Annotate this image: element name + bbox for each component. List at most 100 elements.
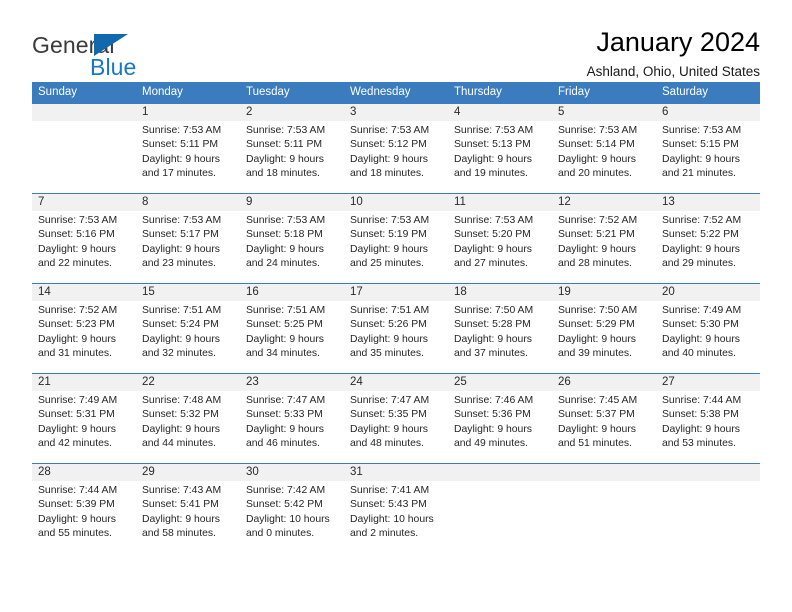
day-cell[interactable]: Sunrise: 7:44 AM Sunset: 5:39 PM Dayligh…: [32, 481, 136, 553]
daylight-text-line1: Daylight: 9 hours: [246, 423, 324, 435]
day-number[interactable]: [656, 464, 760, 481]
day-cell[interactable]: Sunrise: 7:53 AM Sunset: 5:17 PM Dayligh…: [136, 211, 240, 283]
day-cell[interactable]: Sunrise: 7:53 AM Sunset: 5:20 PM Dayligh…: [448, 211, 552, 283]
day-cell[interactable]: [552, 481, 656, 553]
day-cell[interactable]: Sunrise: 7:52 AM Sunset: 5:21 PM Dayligh…: [552, 211, 656, 283]
daylight-text-line2: and 25 minutes.: [350, 258, 424, 270]
day-number[interactable]: [448, 464, 552, 481]
day-cell[interactable]: Sunrise: 7:46 AM Sunset: 5:36 PM Dayligh…: [448, 391, 552, 463]
day-cell[interactable]: Sunrise: 7:52 AM Sunset: 5:23 PM Dayligh…: [32, 301, 136, 373]
day-number[interactable]: 4: [448, 104, 552, 121]
day-cell[interactable]: Sunrise: 7:53 AM Sunset: 5:19 PM Dayligh…: [344, 211, 448, 283]
day-number[interactable]: 1: [136, 104, 240, 121]
week-detail-band: Sunrise: 7:44 AM Sunset: 5:39 PM Dayligh…: [32, 481, 760, 553]
daylight-text-line2: and 0 minutes.: [246, 528, 315, 540]
day-number[interactable]: 22: [136, 374, 240, 391]
day-number[interactable]: 31: [344, 464, 448, 481]
sunset-text: Sunset: 5:26 PM: [350, 319, 427, 331]
day-number[interactable]: 6: [656, 104, 760, 121]
day-number[interactable]: 24: [344, 374, 448, 391]
sunset-text: Sunset: 5:30 PM: [662, 319, 739, 331]
sunrise-text: Sunrise: 7:53 AM: [142, 215, 222, 226]
day-number[interactable]: 11: [448, 194, 552, 211]
sunrise-text: Sunrise: 7:53 AM: [662, 125, 742, 136]
day-cell[interactable]: Sunrise: 7:47 AM Sunset: 5:33 PM Dayligh…: [240, 391, 344, 463]
calendar-week-row: 14 15 16 17 18 19 20 Sunrise: 7:52 AM Su…: [32, 283, 760, 373]
day-number[interactable]: 20: [656, 284, 760, 301]
day-cell[interactable]: Sunrise: 7:53 AM Sunset: 5:15 PM Dayligh…: [656, 121, 760, 193]
day-cell[interactable]: Sunrise: 7:53 AM Sunset: 5:14 PM Dayligh…: [552, 121, 656, 193]
day-number[interactable]: 12: [552, 194, 656, 211]
sunset-text: Sunset: 5:20 PM: [454, 229, 531, 241]
day-cell[interactable]: Sunrise: 7:53 AM Sunset: 5:12 PM Dayligh…: [344, 121, 448, 193]
day-number[interactable]: 28: [32, 464, 136, 481]
day-cell[interactable]: Sunrise: 7:49 AM Sunset: 5:31 PM Dayligh…: [32, 391, 136, 463]
day-number[interactable]: 9: [240, 194, 344, 211]
daylight-text-line2: and 19 minutes.: [454, 168, 528, 180]
day-number[interactable]: 15: [136, 284, 240, 301]
day-number[interactable]: 17: [344, 284, 448, 301]
daylight-text-line1: Daylight: 9 hours: [662, 243, 740, 255]
day-number[interactable]: 27: [656, 374, 760, 391]
day-cell[interactable]: Sunrise: 7:45 AM Sunset: 5:37 PM Dayligh…: [552, 391, 656, 463]
sunset-text: Sunset: 5:29 PM: [558, 319, 635, 331]
sunrise-text: Sunrise: 7:44 AM: [38, 485, 118, 496]
weekday-header-friday: Friday: [558, 86, 590, 98]
week-date-band: 1 2 3 4 5 6: [32, 104, 760, 121]
day-cell[interactable]: Sunrise: 7:48 AM Sunset: 5:32 PM Dayligh…: [136, 391, 240, 463]
day-cell[interactable]: Sunrise: 7:41 AM Sunset: 5:43 PM Dayligh…: [344, 481, 448, 553]
day-cell[interactable]: [32, 121, 136, 193]
day-number[interactable]: 8: [136, 194, 240, 211]
daylight-text-line2: and 40 minutes.: [662, 348, 736, 360]
day-number[interactable]: 5: [552, 104, 656, 121]
day-number[interactable]: 30: [240, 464, 344, 481]
day-cell[interactable]: Sunrise: 7:53 AM Sunset: 5:11 PM Dayligh…: [240, 121, 344, 193]
weekday-header-tuesday: Tuesday: [246, 86, 290, 98]
day-cell[interactable]: Sunrise: 7:53 AM Sunset: 5:16 PM Dayligh…: [32, 211, 136, 283]
day-number[interactable]: 16: [240, 284, 344, 301]
day-cell[interactable]: Sunrise: 7:50 AM Sunset: 5:28 PM Dayligh…: [448, 301, 552, 373]
day-number[interactable]: 7: [32, 194, 136, 211]
day-cell[interactable]: Sunrise: 7:52 AM Sunset: 5:22 PM Dayligh…: [656, 211, 760, 283]
day-number[interactable]: 19: [552, 284, 656, 301]
day-cell[interactable]: Sunrise: 7:51 AM Sunset: 5:26 PM Dayligh…: [344, 301, 448, 373]
daylight-text-line1: Daylight: 9 hours: [454, 333, 532, 345]
day-cell[interactable]: Sunrise: 7:43 AM Sunset: 5:41 PM Dayligh…: [136, 481, 240, 553]
day-cell[interactable]: Sunrise: 7:51 AM Sunset: 5:24 PM Dayligh…: [136, 301, 240, 373]
day-number[interactable]: 10: [344, 194, 448, 211]
day-number[interactable]: 25: [448, 374, 552, 391]
day-cell[interactable]: Sunrise: 7:53 AM Sunset: 5:13 PM Dayligh…: [448, 121, 552, 193]
week-detail-band: Sunrise: 7:49 AM Sunset: 5:31 PM Dayligh…: [32, 391, 760, 463]
day-cell[interactable]: Sunrise: 7:53 AM Sunset: 5:18 PM Dayligh…: [240, 211, 344, 283]
day-number[interactable]: [32, 104, 136, 121]
sunrise-text: Sunrise: 7:50 AM: [558, 305, 638, 316]
day-cell[interactable]: Sunrise: 7:53 AM Sunset: 5:11 PM Dayligh…: [136, 121, 240, 193]
day-number[interactable]: [552, 464, 656, 481]
calendar-grid: Sunday Monday Tuesday Wednesday Thursday…: [32, 82, 760, 553]
day-number[interactable]: 14: [32, 284, 136, 301]
week-date-band: 14 15 16 17 18 19 20: [32, 284, 760, 301]
day-number[interactable]: 23: [240, 374, 344, 391]
day-number[interactable]: 2: [240, 104, 344, 121]
daylight-text-line2: and 31 minutes.: [38, 348, 112, 360]
day-number[interactable]: 3: [344, 104, 448, 121]
day-number[interactable]: 26: [552, 374, 656, 391]
day-cell[interactable]: Sunrise: 7:50 AM Sunset: 5:29 PM Dayligh…: [552, 301, 656, 373]
day-cell[interactable]: Sunrise: 7:49 AM Sunset: 5:30 PM Dayligh…: [656, 301, 760, 373]
logo-text-blue: Blue: [90, 54, 137, 80]
day-cell[interactable]: Sunrise: 7:47 AM Sunset: 5:35 PM Dayligh…: [344, 391, 448, 463]
day-cell[interactable]: [656, 481, 760, 553]
day-cell[interactable]: Sunrise: 7:44 AM Sunset: 5:38 PM Dayligh…: [656, 391, 760, 463]
day-cell[interactable]: Sunrise: 7:51 AM Sunset: 5:25 PM Dayligh…: [240, 301, 344, 373]
sunset-text: Sunset: 5:12 PM: [350, 139, 427, 151]
day-cell[interactable]: [448, 481, 552, 553]
sunrise-text: Sunrise: 7:52 AM: [558, 215, 638, 226]
day-number[interactable]: 13: [656, 194, 760, 211]
day-number[interactable]: 29: [136, 464, 240, 481]
day-number[interactable]: 18: [448, 284, 552, 301]
day-cell[interactable]: Sunrise: 7:42 AM Sunset: 5:42 PM Dayligh…: [240, 481, 344, 553]
daylight-text-line2: and 28 minutes.: [558, 258, 632, 270]
sunset-text: Sunset: 5:43 PM: [350, 499, 427, 511]
day-number[interactable]: 21: [32, 374, 136, 391]
daylight-text-line1: Daylight: 9 hours: [558, 153, 636, 165]
